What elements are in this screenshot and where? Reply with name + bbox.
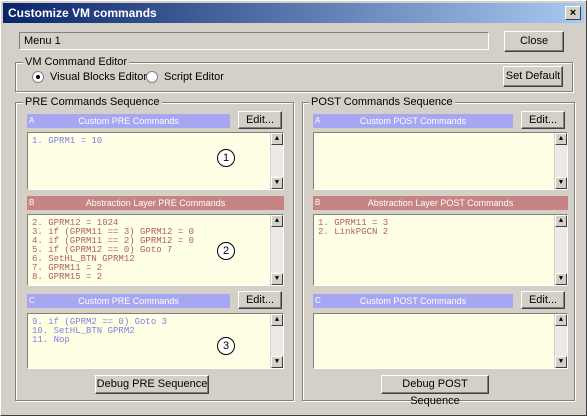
script-editor-radio[interactable]: Script Editor [146,71,224,83]
title-bar: Customize VM commands × [3,3,584,23]
close-button[interactable]: Close [504,31,564,52]
section-header-label: Custom POST Commands [359,296,467,306]
pre-section-a-code[interactable]: 1. GPRM1 = 10 ▲ ▼ [27,132,284,190]
scroll-down-icon[interactable]: ▼ [555,177,567,189]
scroll-up-icon[interactable]: ▲ [555,133,567,145]
marker-2: 2 [217,242,235,260]
script-editor-label: Script Editor [164,71,224,83]
pre-section-c-code[interactable]: 9. if (GPRM2 == 0) Goto 3 10. SetHL_BTN … [27,313,284,369]
pre-section-c-header: C Custom PRE Commands [27,294,230,308]
debug-pre-sequence-button[interactable]: Debug PRE Sequence [95,375,209,394]
pre-a-edit-button[interactable]: Edit... [238,111,282,129]
section-header-label: Abstraction Layer PRE Commands [85,198,226,208]
window-title: Customize VM commands [8,6,157,20]
scrollbar[interactable]: ▲ ▼ [554,215,567,285]
section-tag: B [29,198,35,207]
post-section-a-header: A Custom POST Commands [313,114,513,128]
section-header-label: Custom PRE Commands [78,116,179,126]
post-section-a-code[interactable]: ▲ ▼ [313,132,568,190]
section-tag: A [315,116,321,125]
customize-vm-commands-window: Customize VM commands × Menu 1 Close VM … [0,0,587,416]
scroll-up-icon[interactable]: ▲ [555,314,567,326]
post-commands-title: POST Commands Sequence [309,96,455,108]
section-header-label: Custom POST Commands [359,116,467,126]
code-line: 2. LinkPGCN 2 [318,227,389,237]
post-section-b-header: B Abstraction Layer POST Commands [313,196,568,210]
section-tag: C [315,296,321,305]
scrollbar[interactable]: ▲ ▼ [554,133,567,189]
set-default-button[interactable]: Set Default [503,66,563,87]
scroll-up-icon[interactable]: ▲ [555,215,567,227]
scroll-up-icon[interactable]: ▲ [271,215,283,227]
scroll-down-icon[interactable]: ▼ [271,356,283,368]
scroll-down-icon[interactable]: ▼ [271,273,283,285]
scroll-down-icon[interactable]: ▼ [555,273,567,285]
pre-section-b-code[interactable]: 2. GPRM12 = 1024 3. if (GPRM11 == 3) GPR… [27,214,284,286]
vm-command-editor-title: VM Command Editor [23,56,130,68]
section-tag: C [29,296,35,305]
visual-blocks-editor-label: Visual Blocks Editor [50,71,148,83]
pre-commands-title: PRE Commands Sequence [23,96,162,108]
pre-section-b-header: B Abstraction Layer PRE Commands [27,196,284,210]
scrollbar[interactable]: ▲ ▼ [554,314,567,368]
menu-name-field[interactable]: Menu 1 [19,32,489,50]
marker-3: 3 [217,337,235,355]
radio-selected-icon [32,71,44,83]
scrollbar[interactable]: ▲ ▼ [270,215,283,285]
code-line: 1. GPRM1 = 10 [32,136,103,146]
scroll-down-icon[interactable]: ▼ [555,356,567,368]
post-c-edit-button[interactable]: Edit... [521,291,565,309]
post-section-c-code[interactable]: ▲ ▼ [313,313,568,369]
post-a-edit-button[interactable]: Edit... [521,111,565,129]
marker-1: 1 [217,149,235,167]
pre-section-a-header: A Custom PRE Commands [27,114,230,128]
section-header-label: Abstraction Layer POST Commands [367,198,514,208]
scroll-up-icon[interactable]: ▲ [271,314,283,326]
section-header-label: Custom PRE Commands [78,296,179,306]
scroll-down-icon[interactable]: ▼ [271,177,283,189]
post-section-c-header: C Custom POST Commands [313,294,513,308]
section-tag: B [315,198,321,207]
visual-blocks-editor-radio[interactable]: Visual Blocks Editor [32,71,147,83]
section-tag: A [29,116,35,125]
code-line: 11. Nop [32,335,70,345]
scroll-up-icon[interactable]: ▲ [271,133,283,145]
debug-post-sequence-button[interactable]: Debug POST Sequence [381,375,489,407]
radio-unselected-icon [146,71,158,83]
scrollbar[interactable]: ▲ ▼ [270,133,283,189]
scrollbar[interactable]: ▲ ▼ [270,314,283,368]
post-section-b-code[interactable]: 1. GPRM11 = 3 2. LinkPGCN 2 ▲ ▼ [313,214,568,286]
pre-c-edit-button[interactable]: Edit... [238,291,282,309]
code-line: 8. GPRM15 = 2 [32,272,103,282]
close-window-icon[interactable]: × [565,6,581,20]
